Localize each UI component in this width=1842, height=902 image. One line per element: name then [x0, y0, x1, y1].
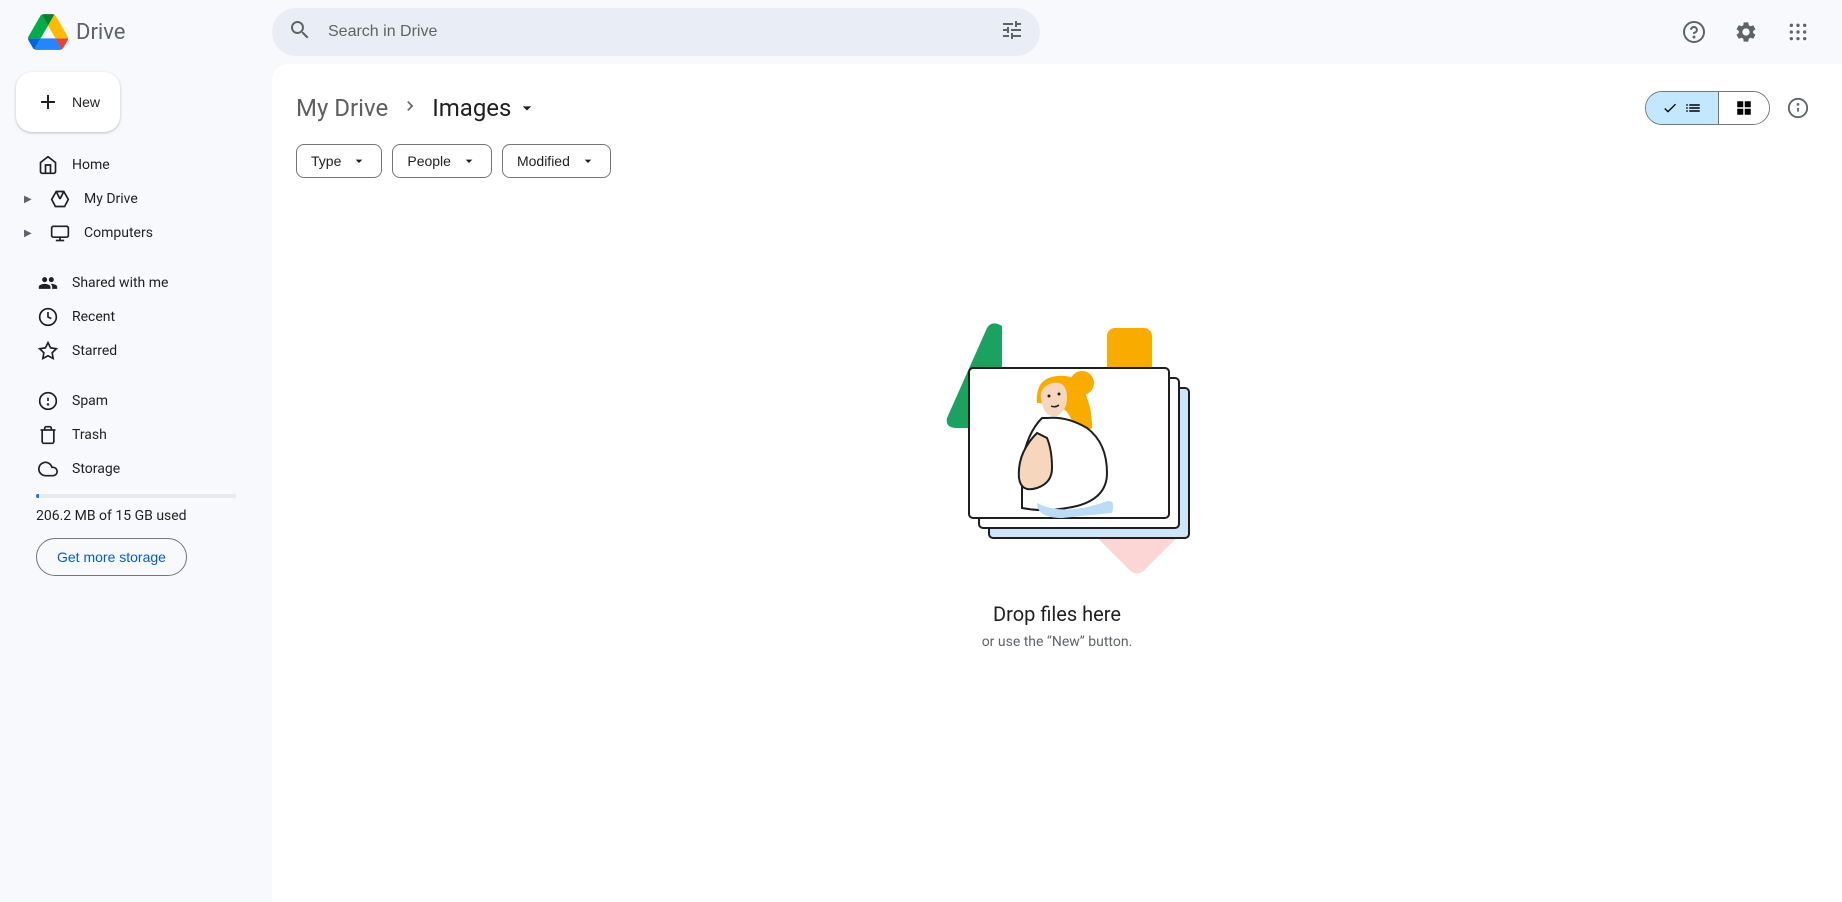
dropdown-icon: [517, 98, 537, 118]
breadcrumb-current-label: Images: [432, 94, 511, 122]
sidebar-item-recent[interactable]: Recent: [16, 300, 256, 334]
sidebar-item-label: My Drive: [84, 191, 138, 207]
sidebar-item-my-drive[interactable]: ▶ My Drive: [16, 182, 256, 216]
settings-button[interactable]: [1726, 12, 1766, 52]
content-area: My Drive Images: [272, 64, 1842, 902]
nav-list: Home ▶ My Drive ▶ Computers Shared with …: [16, 148, 256, 486]
storage-fill: [36, 494, 39, 498]
apps-button[interactable]: [1778, 12, 1818, 52]
sidebar-item-label: Recent: [72, 309, 115, 325]
sidebar-item-label: Trash: [72, 427, 107, 443]
search-input[interactable]: [328, 23, 1000, 41]
storage-text: 206.2 MB of 15 GB used: [16, 508, 256, 524]
sidebar-item-starred[interactable]: Starred: [16, 334, 256, 368]
list-view-button[interactable]: [1646, 92, 1718, 124]
search-options-icon[interactable]: [1000, 18, 1024, 46]
view-toggle: [1645, 91, 1770, 125]
list-icon: [1684, 99, 1702, 117]
drive-icon: [50, 189, 70, 209]
sidebar-item-trash[interactable]: Trash: [16, 418, 256, 452]
empty-state[interactable]: Drop files here or use the “New” button.: [296, 218, 1818, 650]
clock-icon: [38, 307, 58, 327]
new-button[interactable]: New: [16, 72, 120, 132]
get-storage-button[interactable]: Get more storage: [36, 538, 187, 576]
sidebar-item-label: Shared with me: [72, 275, 168, 291]
filter-label: People: [407, 153, 451, 169]
filter-type[interactable]: Type: [296, 144, 382, 178]
sidebar-item-label: Spam: [72, 393, 108, 409]
star-icon: [38, 341, 58, 361]
breadcrumb-row: My Drive Images: [296, 80, 1818, 144]
header-actions: [1674, 12, 1826, 52]
help-button[interactable]: [1674, 12, 1714, 52]
empty-illustration: [907, 278, 1207, 578]
dropdown-icon: [461, 153, 477, 169]
computer-icon: [50, 223, 70, 243]
app-title: Drive: [76, 20, 125, 45]
filter-row: Type People Modified: [296, 144, 1818, 178]
sidebar-item-shared[interactable]: Shared with me: [16, 266, 256, 300]
grid-icon: [1735, 99, 1753, 117]
filter-label: Type: [311, 153, 341, 169]
drive-logo-icon: [28, 12, 68, 52]
search-bar[interactable]: [272, 8, 1040, 56]
header: Drive: [0, 0, 1842, 64]
filter-modified[interactable]: Modified: [502, 144, 611, 178]
main-layout: New Home ▶ My Drive ▶ Computers Shared w…: [0, 64, 1842, 902]
dropdown-icon: [580, 153, 596, 169]
expand-icon[interactable]: ▶: [24, 194, 36, 205]
plus-icon: [36, 90, 60, 114]
home-icon: [38, 155, 58, 175]
empty-subtitle: or use the “New” button.: [982, 634, 1133, 650]
grid-view-button[interactable]: [1718, 92, 1769, 124]
sidebar-item-storage[interactable]: Storage: [16, 452, 256, 486]
info-button[interactable]: [1778, 88, 1818, 128]
sidebar-item-label: Home: [72, 157, 110, 173]
search-icon: [288, 18, 312, 46]
dropdown-icon: [351, 153, 367, 169]
view-controls: [1645, 88, 1818, 128]
sidebar-item-computers[interactable]: ▶ Computers: [16, 216, 256, 250]
breadcrumb-current[interactable]: Images: [432, 94, 537, 122]
new-button-label: New: [72, 94, 100, 110]
sidebar-item-spam[interactable]: Spam: [16, 384, 256, 418]
filter-label: Modified: [517, 153, 570, 169]
filter-people[interactable]: People: [392, 144, 492, 178]
breadcrumb: My Drive Images: [296, 94, 537, 122]
empty-title: Drop files here: [993, 602, 1121, 626]
sidebar-item-label: Starred: [72, 343, 117, 359]
sidebar-item-label: Computers: [84, 225, 153, 241]
expand-icon[interactable]: ▶: [24, 228, 36, 239]
cloud-icon: [38, 459, 58, 479]
check-icon: [1662, 100, 1678, 116]
people-icon: [38, 273, 58, 293]
sidebar-item-label: Storage: [72, 461, 120, 477]
sidebar-item-home[interactable]: Home: [16, 148, 256, 182]
spam-icon: [38, 391, 58, 411]
storage-bar: [36, 494, 236, 498]
logo-area[interactable]: Drive: [16, 12, 272, 52]
breadcrumb-root[interactable]: My Drive: [296, 94, 388, 122]
sidebar: New Home ▶ My Drive ▶ Computers Shared w…: [0, 64, 272, 902]
chevron-right-icon: [400, 96, 420, 120]
trash-icon: [38, 425, 58, 445]
